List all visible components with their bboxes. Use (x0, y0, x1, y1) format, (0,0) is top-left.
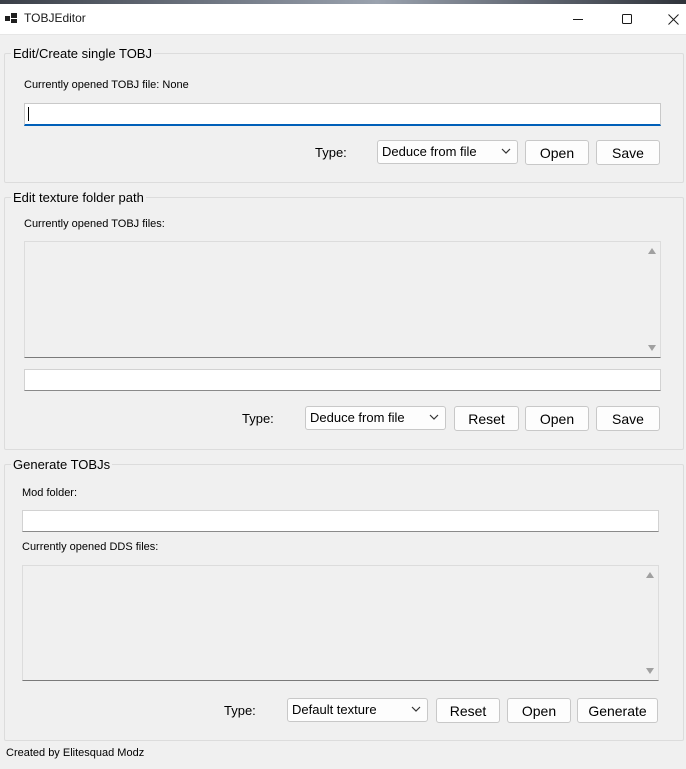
chevron-down-icon (411, 706, 421, 712)
chevron-down-icon (501, 148, 511, 154)
folder-files-listbox[interactable] (24, 241, 661, 358)
folder-path-input[interactable] (24, 369, 661, 391)
scroll-up-arrow-icon[interactable] (646, 572, 654, 578)
maximize-icon (621, 13, 632, 24)
generate-type-value: Default texture (292, 702, 377, 717)
folder-type-select[interactable]: Deduce from file (305, 406, 446, 430)
texture-folder-group-title: Edit texture folder path (11, 190, 146, 205)
dds-files-listbox[interactable] (22, 565, 659, 681)
single-type-label: Type: (315, 145, 347, 160)
folder-type-label: Type: (242, 411, 274, 426)
chevron-down-icon (429, 414, 439, 420)
folder-open-button[interactable]: Open (525, 406, 589, 431)
generate-button[interactable]: Generate (577, 698, 658, 723)
minimize-icon (572, 18, 583, 20)
mod-folder-input[interactable] (22, 510, 659, 532)
close-button[interactable] (650, 4, 686, 34)
tobj-editor-window: TOBJEditor Edit/Create single TOBJ Curre… (0, 0, 686, 769)
folder-reset-button[interactable]: Reset (454, 406, 519, 431)
maximize-button[interactable] (604, 4, 650, 34)
folder-opened-files-label: Currently opened TOBJ files: (24, 218, 165, 230)
scroll-down-arrow-icon[interactable] (646, 668, 654, 674)
single-type-value: Deduce from file (382, 144, 477, 159)
mod-folder-label: Mod folder: (22, 487, 78, 499)
scroll-up-arrow-icon[interactable] (648, 248, 656, 254)
folder-save-button[interactable]: Save (596, 406, 660, 431)
minimize-button[interactable] (555, 4, 601, 34)
app-window-icon (5, 13, 17, 23)
single-type-select[interactable]: Deduce from file (377, 140, 518, 164)
generate-open-button[interactable]: Open (507, 698, 571, 723)
footer-credit: Created by Elitesquad Modz (6, 747, 145, 759)
generate-reset-button[interactable]: Reset (436, 698, 500, 723)
generate-type-select[interactable]: Default texture (287, 698, 428, 722)
dds-opened-files-label: Currently opened DDS files: (22, 541, 159, 553)
title-bar[interactable]: TOBJEditor (0, 4, 686, 35)
single-save-button[interactable]: Save (596, 140, 660, 165)
single-opened-file-label: Currently opened TOBJ file: None (24, 79, 189, 91)
close-icon (667, 13, 679, 25)
single-tobj-group-title: Edit/Create single TOBJ (11, 46, 154, 61)
single-path-input[interactable] (24, 103, 661, 126)
folder-type-value: Deduce from file (310, 410, 405, 425)
text-caret (28, 107, 29, 121)
generate-tobjs-group-title: Generate TOBJs (11, 457, 113, 472)
window-title: TOBJEditor (24, 11, 86, 25)
single-open-button[interactable]: Open (525, 140, 589, 165)
generate-type-label: Type: (224, 703, 256, 718)
scroll-down-arrow-icon[interactable] (648, 345, 656, 351)
